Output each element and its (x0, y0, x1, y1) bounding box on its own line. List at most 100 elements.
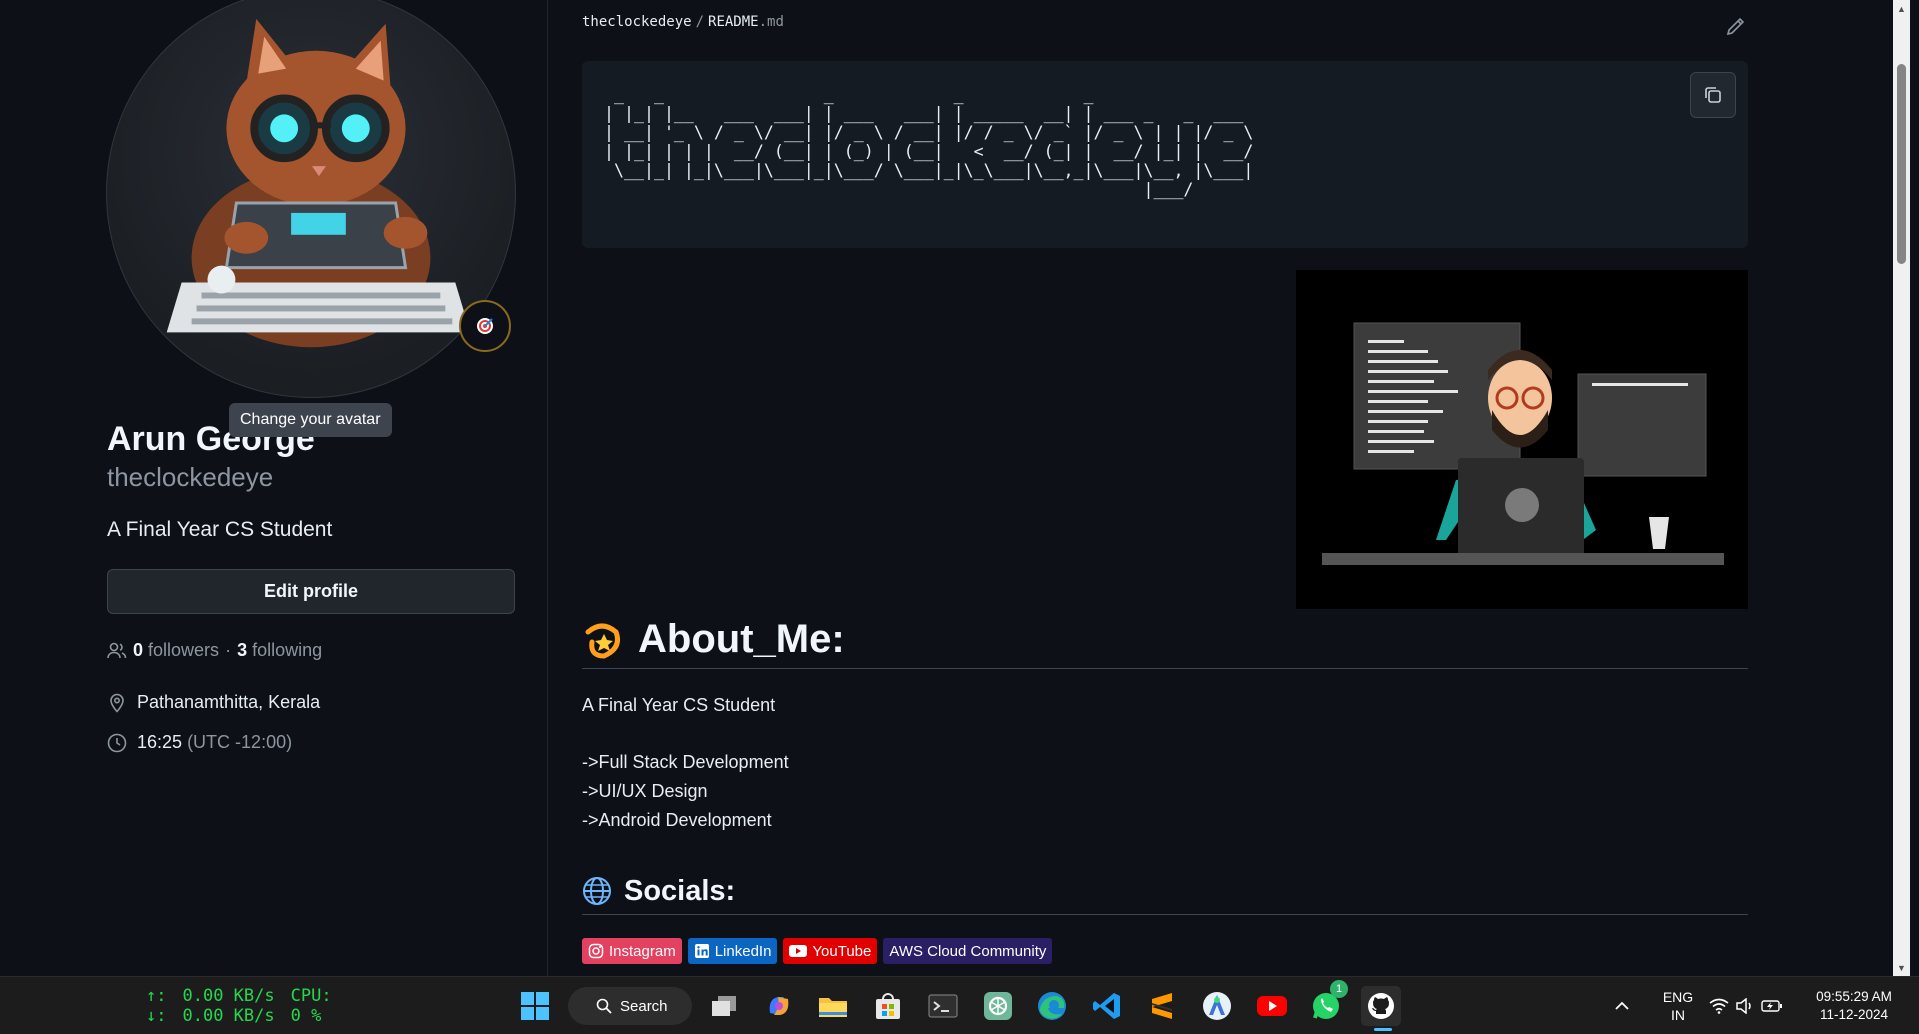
profile-bio: A Final Year CS Student (107, 518, 333, 541)
upload-arrow-icon: ↑: (146, 986, 167, 1006)
taskbar-search[interactable]: Search (568, 987, 692, 1025)
language-code: ENG (1662, 989, 1694, 1005)
followers-link[interactable]: 0 followers (133, 640, 219, 661)
readme-file-name: README (708, 14, 759, 30)
socials-heading: Socials: (582, 868, 1748, 915)
profile-avatar[interactable] (106, 0, 516, 398)
edit-readme-pencil-icon[interactable] (1724, 14, 1748, 38)
vscode-icon (1093, 993, 1120, 1019)
about-me-heading: About_Me: (582, 610, 1748, 669)
readme-file-ext: .md (758, 14, 784, 30)
android-studio-button[interactable] (1197, 986, 1237, 1026)
linkedin-label: LinkedIn (714, 942, 772, 960)
clock-date[interactable]: 09:55:29 AM 11-12-2024 (1806, 988, 1902, 1024)
task-view-button[interactable] (704, 986, 744, 1026)
terminal-button[interactable] (923, 986, 963, 1026)
readme-panel: theclockedeye / README.md _ _ _ _ _ | |_| … (582, 0, 1748, 976)
cpu-value: 0 % (290, 1006, 322, 1026)
copy-icon (1705, 87, 1721, 103)
people-icon (107, 642, 127, 658)
youtube-app-icon (1257, 996, 1287, 1016)
clock-icon (107, 733, 127, 752)
start-button[interactable] (515, 986, 555, 1026)
instagram-badge[interactable]: Instagram (582, 938, 682, 964)
cpu-label: CPU: (290, 986, 332, 1006)
about-line-2: ->Full Stack Development (582, 752, 789, 772)
following-label: following (252, 640, 323, 660)
instagram-label: Instagram (609, 942, 676, 960)
search-icon (596, 998, 612, 1014)
scrollbar-thumb[interactable] (1897, 64, 1906, 264)
scroll-down-arrow-icon[interactable]: ▼ (1893, 959, 1910, 976)
whatsapp-notification-badge: 1 (1330, 980, 1348, 998)
copilot-icon (769, 997, 789, 1015)
search-label: Search (620, 997, 668, 1015)
sublime-icon (1152, 993, 1172, 1019)
edit-profile-button[interactable]: Edit profile (107, 569, 515, 614)
system-time: 09:55:29 AM (1816, 989, 1892, 1004)
ascii-art-text: _ _ _ _ _ | |_| |__ ___ ___| | ___ ___| … (604, 85, 1254, 199)
quick-settings-button[interactable] (1706, 986, 1786, 1026)
target-emoji-icon (477, 318, 493, 334)
globe-icon (583, 877, 611, 905)
youtube-badge[interactable]: YouTube (783, 938, 878, 964)
readme-breadcrumb: theclockedeye / README.md (582, 14, 784, 30)
language-region: IN (1671, 1007, 1685, 1023)
store-bag-icon (876, 993, 900, 1019)
task-view-icon (712, 996, 736, 1016)
show-hidden-icons-button[interactable] (1606, 986, 1638, 1026)
microsoft-store-button[interactable] (868, 986, 908, 1026)
change-avatar-tooltip: Change your avatar (229, 403, 392, 437)
terminal-icon (928, 994, 958, 1018)
youtube-icon (789, 945, 808, 957)
wifi-icon (1709, 998, 1729, 1014)
chatgpt-button[interactable] (978, 986, 1018, 1026)
edge-browser-button[interactable] (1032, 986, 1072, 1026)
aws-cloud-community-badge[interactable]: AWS Cloud Community (883, 938, 1053, 964)
chatgpt-icon (984, 992, 1012, 1020)
download-arrow-icon: ↓: (146, 1006, 167, 1026)
local-time-row: 16:25 (UTC -12:00) (107, 732, 292, 753)
vscode-button[interactable] (1087, 986, 1127, 1026)
github-desktop-button[interactable] (1361, 986, 1401, 1026)
follow-separator: · (225, 640, 232, 660)
follow-stats: 0 followers · 3 following (107, 640, 322, 661)
network-cpu-monitor: ↑: 0.00 KB/s CPU: ↓: 0.00 KB/s 0 % (146, 986, 332, 1026)
local-time: 16:25 (137, 732, 183, 752)
active-app-indicator (1374, 1028, 1392, 1031)
sublime-text-button[interactable] (1142, 986, 1182, 1026)
about-me-title: About_Me: (638, 616, 845, 661)
ascii-art-code-block: _ _ _ _ _ | |_| |__ ___ ___| | ___ ___| … (582, 61, 1748, 248)
edge-icon (1038, 992, 1066, 1020)
net-up-speed: 0.00 KB/s (182, 986, 275, 1006)
copilot-button[interactable] (759, 986, 799, 1026)
timezone: (UTC -12:00) (187, 732, 293, 752)
github-icon (1368, 993, 1394, 1019)
language-indicator[interactable]: ENG IN (1656, 988, 1700, 1024)
volume-icon (1736, 998, 1751, 1014)
set-status-button[interactable] (459, 300, 511, 352)
windows-logo-icon (521, 992, 549, 1020)
file-explorer-button[interactable] (813, 986, 853, 1026)
location-row: Pathanamthitta, Kerala (107, 692, 320, 713)
battery-charging-icon (1761, 1000, 1782, 1012)
folder-icon (819, 998, 847, 1017)
whatsapp-button[interactable]: 1 (1306, 980, 1348, 1026)
location-text: Pathanamthitta, Kerala (137, 692, 321, 712)
windows-taskbar: ↑: 0.00 KB/s CPU: ↓: 0.00 KB/s 0 % Search (0, 976, 1919, 1034)
copy-code-button[interactable] (1690, 72, 1736, 118)
dizzy-emoji-icon (585, 623, 620, 659)
readme-owner-link[interactable]: theclockedeye (582, 14, 692, 30)
scroll-up-arrow-icon[interactable]: ▲ (1893, 0, 1910, 17)
developer-illustration (1296, 270, 1748, 609)
linkedin-badge[interactable]: LinkedIn (687, 938, 778, 964)
profile-username: theclockedeye (107, 462, 274, 492)
instagram-icon (588, 943, 604, 959)
net-down-speed: 0.00 KB/s (182, 1006, 275, 1026)
system-date: 11-12-2024 (1819, 1007, 1889, 1022)
youtube-app-button[interactable] (1252, 986, 1292, 1026)
page-scrollbar[interactable]: ▲ ▼ (1893, 0, 1910, 976)
followers-label: followers (148, 640, 220, 660)
following-link[interactable]: 3 following (237, 640, 322, 661)
following-count: 3 (237, 640, 248, 660)
